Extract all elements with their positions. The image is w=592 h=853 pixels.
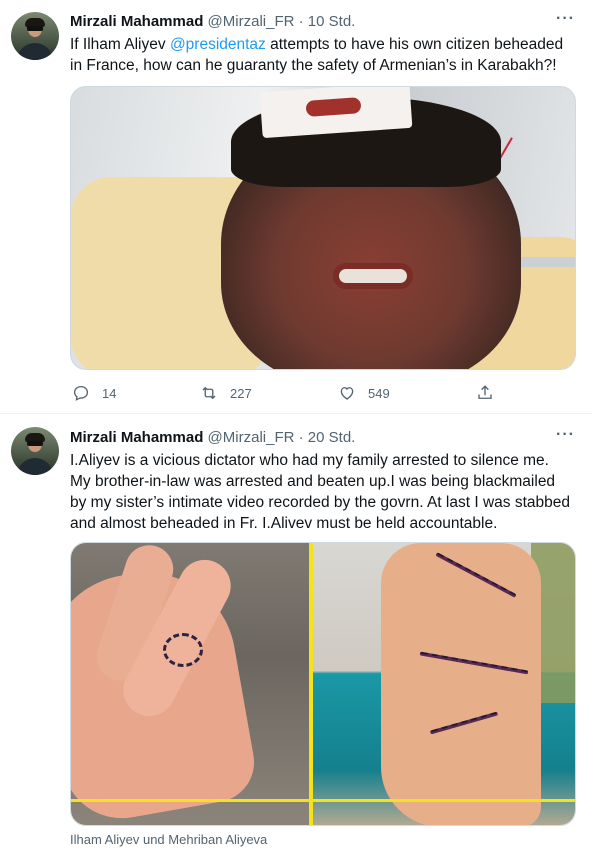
like-count: 549 [368, 385, 390, 401]
reply-count: 14 [102, 385, 117, 401]
tweet-photo[interactable] [70, 86, 576, 370]
tweet-header: Mirzali Mahammad @Mirzali_FR · 20 Std. [70, 428, 355, 448]
separator: · [298, 13, 304, 30]
tweet-photo[interactable] [70, 542, 576, 826]
tweet-text-part: If Ilham Aliyev [70, 36, 170, 53]
retweet-button[interactable]: 227 [200, 383, 252, 403]
media-caption[interactable]: Ilham Aliyev und Mehriban Aliyeva [70, 832, 267, 847]
avatar[interactable] [11, 427, 59, 475]
like-button[interactable]: 549 [338, 383, 390, 403]
more-icon[interactable]: ··· [556, 10, 575, 28]
like-icon [338, 384, 356, 402]
action-bar: 14 227 549 [70, 383, 500, 403]
reply-icon [72, 384, 90, 402]
retweet-count: 227 [230, 385, 252, 401]
tweet-text: If Ilham Aliyev @presidentaz attempts to… [70, 34, 570, 76]
tweet-1[interactable]: Mirzali Mahammad @Mirzali_FR · 10 Std. ·… [0, 0, 592, 413]
author-name[interactable]: Mirzali Mahammad [70, 429, 203, 446]
share-icon [476, 384, 494, 402]
author-name[interactable]: Mirzali Mahammad [70, 13, 203, 30]
author-handle[interactable]: @Mirzali_FR [208, 429, 295, 446]
timestamp[interactable]: 20 Std. [308, 429, 356, 446]
separator: · [298, 429, 304, 446]
retweet-icon [200, 384, 218, 402]
more-icon[interactable]: ··· [556, 426, 575, 444]
timestamp[interactable]: 10 Std. [308, 13, 356, 30]
reply-button[interactable]: 14 [72, 383, 116, 403]
tweet-header: Mirzali Mahammad @Mirzali_FR · 10 Std. [70, 12, 355, 32]
share-button[interactable] [476, 383, 506, 403]
tweet-text: I.Aliyev is a vicious dictator who had m… [70, 452, 570, 532]
author-handle[interactable]: @Mirzali_FR [208, 13, 295, 30]
mention-link[interactable]: @presidentaz [170, 36, 266, 53]
avatar[interactable] [11, 12, 59, 60]
